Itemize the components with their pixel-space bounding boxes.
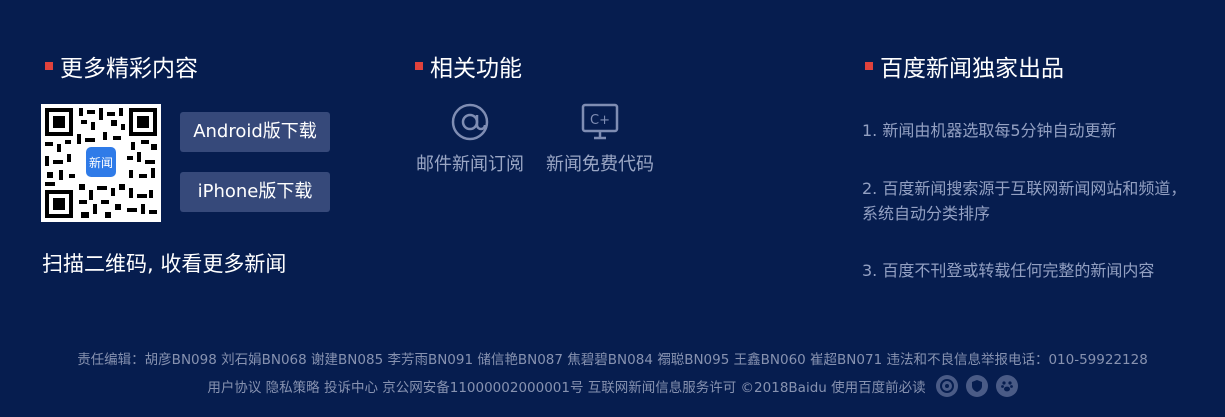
email-subscribe-label: 邮件新闻订阅 xyxy=(416,154,524,175)
section-title-text: 更多精彩内容 xyxy=(60,56,198,82)
section-title-text: 百度新闻独家出品 xyxy=(880,56,1064,82)
qr-app-logo-label: 新闻 xyxy=(89,156,114,170)
section-title-exclusive: 百度新闻独家出品 xyxy=(865,49,1064,83)
footer-editors: 责任编辑：胡彦BN098 刘石娟BN068 谢建BN085 李芳雨BN091 储… xyxy=(77,352,1148,368)
free-code-link[interactable]: C+ 新闻免费代码 xyxy=(546,100,654,176)
section-title-more: 更多精彩内容 xyxy=(45,49,198,83)
email-subscribe-link[interactable]: 邮件新闻订阅 xyxy=(416,100,524,176)
title-marker xyxy=(415,62,423,70)
note-item-1: 1. 新闻由机器选取每5分钟自动更新 xyxy=(862,121,1117,140)
free-code-label: 新闻免费代码 xyxy=(546,154,654,175)
scan-caption: 扫描二维码, 收看更多新闻 xyxy=(42,252,287,276)
qr-code: 新闻 xyxy=(41,104,161,222)
section-title-text: 相关功能 xyxy=(430,56,522,82)
code-monitor-icon: C+ xyxy=(581,103,619,140)
footer-links-row: 用户协议 隐私策略 投诉中心 京公网安备11000002000001号 互联网新… xyxy=(0,375,1225,397)
note-item-3: 3. 百度不刊登或转载任何完整的新闻内容 xyxy=(862,261,1155,280)
title-marker xyxy=(45,62,53,70)
note-item-2: 2. 百度新闻搜索源于互联网新闻网站和频道，系统自动分类排序 xyxy=(862,179,1187,223)
iphone-download-button[interactable]: iPhone版下载 xyxy=(180,172,330,212)
at-icon xyxy=(451,103,489,141)
baidu-paw-icon[interactable] xyxy=(995,375,1018,397)
footer-badges xyxy=(935,375,1018,397)
police-badge-icon[interactable] xyxy=(935,375,958,397)
shield-badge-icon[interactable] xyxy=(965,375,988,397)
section-title-functions: 相关功能 xyxy=(415,49,522,83)
android-download-button[interactable]: Android版下载 xyxy=(180,112,330,152)
code-glyph: C+ xyxy=(590,113,610,128)
footer-links[interactable]: 用户协议 隐私策略 投诉中心 京公网安备11000002000001号 互联网新… xyxy=(207,376,925,396)
title-marker xyxy=(865,62,873,70)
